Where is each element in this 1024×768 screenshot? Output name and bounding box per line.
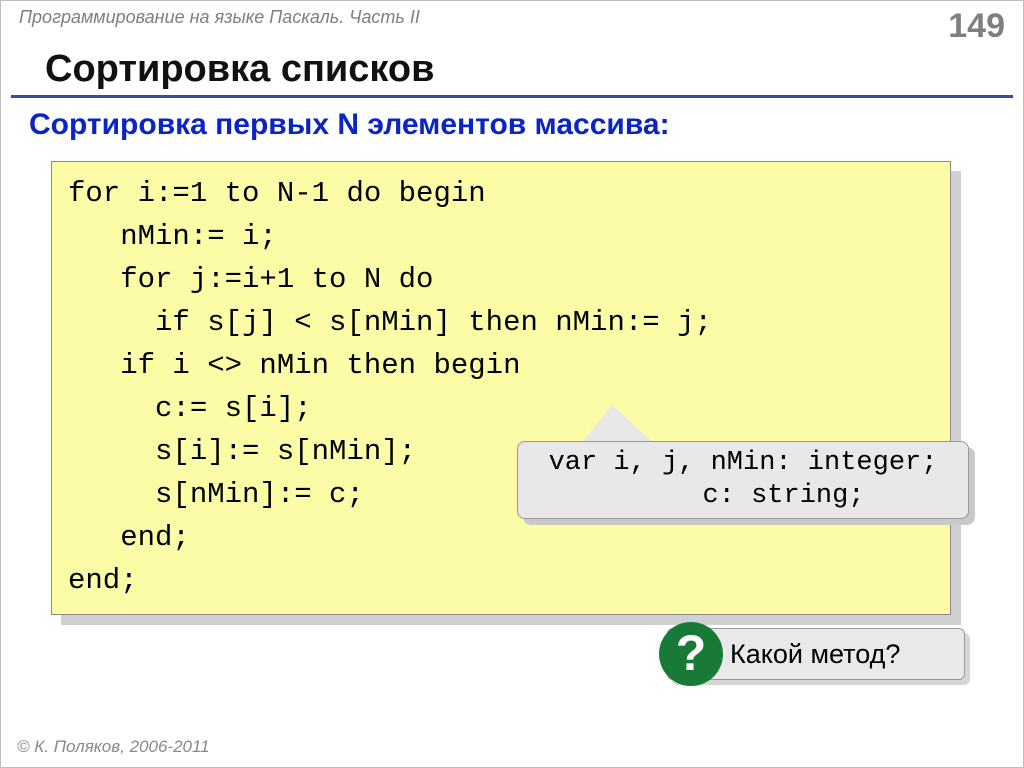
slide-subtitle: Сортировка первых N элементов массива:	[1, 98, 1023, 142]
code-text: for i:=1 to N-1 do begin nMin:= i; for j…	[68, 172, 934, 602]
callout-text: var i, j, nMin: integer; c: string;	[549, 447, 938, 513]
question-box: Какой метод? ?	[667, 628, 967, 684]
header: Программирование на языке Паскаль. Часть…	[1, 1, 1023, 46]
code-box: for i:=1 to N-1 do begin nMin:= i; for j…	[51, 161, 951, 615]
slide-title: Сортировка списков	[11, 48, 1013, 98]
slide: Программирование на языке Паскаль. Часть…	[0, 0, 1024, 768]
page-number: 149	[948, 7, 1005, 46]
document-title: Программирование на языке Паскаль. Часть…	[19, 7, 420, 28]
var-declaration-callout: var i, j, nMin: integer; c: string;	[517, 441, 977, 519]
callout-body: var i, j, nMin: integer; c: string;	[517, 441, 969, 519]
copyright-footer: © К. Поляков, 2006-2011	[17, 737, 210, 757]
question-text: Какой метод?	[730, 639, 900, 670]
callout-tail	[580, 405, 671, 445]
question-mark-icon: ?	[659, 622, 723, 686]
code-area: for i:=1 to N-1 do begin nMin:= i; for j…	[51, 161, 961, 621]
